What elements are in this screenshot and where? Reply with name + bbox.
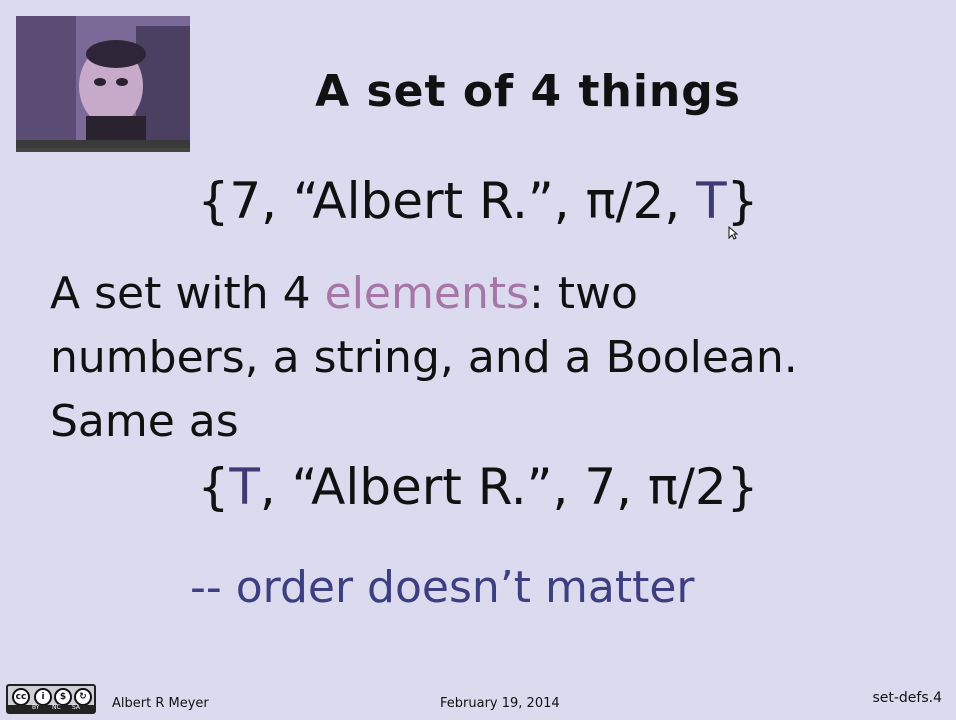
elements-term: elements (324, 268, 529, 319)
set-expression-2: {T, “Albert R.”, 7, π/2} (0, 458, 956, 516)
description-line-2: numbers, a string, and a Boolean. (50, 332, 798, 383)
description-line-3: Same as (50, 396, 239, 447)
slide-footer: cc i $ ↻ BY NC SA Albert R Meyer Februar… (0, 680, 956, 720)
set-expression-2-start: { (197, 458, 230, 516)
footer-author: Albert R Meyer (112, 696, 209, 711)
cc-by-nc-sa-icon[interactable]: cc i $ ↻ BY NC SA (6, 684, 96, 714)
lecture-slide: A set of 4 things {7, “Albert R.”, π/2, … (0, 0, 956, 720)
description-line-1-start: A set with 4 (50, 268, 325, 319)
slide-title: A set of 4 things (315, 66, 741, 117)
cc-icon: cc (12, 688, 30, 706)
set-expression-1-start: {7, “Albert R.”, π/2, (197, 172, 697, 230)
mouse-pointer-icon (728, 226, 738, 240)
boolean-true-symbol: T (696, 172, 727, 230)
order-note: -- order doesn’t matter (190, 562, 695, 613)
footer-slide-id: set-defs.4 (872, 690, 942, 706)
license-label-nc: NC (52, 704, 61, 711)
set-expression-1-end: } (726, 172, 759, 230)
set-expression-2-end: , “Albert R.”, 7, π/2} (259, 458, 759, 516)
description-line-1-end: : two (529, 268, 638, 319)
footer-date: February 19, 2014 (440, 696, 560, 711)
license-label-by: BY (32, 704, 40, 711)
license-label-sa: SA (72, 704, 81, 711)
description-line-1: A set with 4 elements: two (50, 268, 638, 319)
set-expression-1: {7, “Albert R.”, π/2, T} (0, 172, 956, 230)
boolean-true-symbol-2: T (229, 458, 260, 516)
license-strip: BY NC SA (8, 704, 94, 712)
